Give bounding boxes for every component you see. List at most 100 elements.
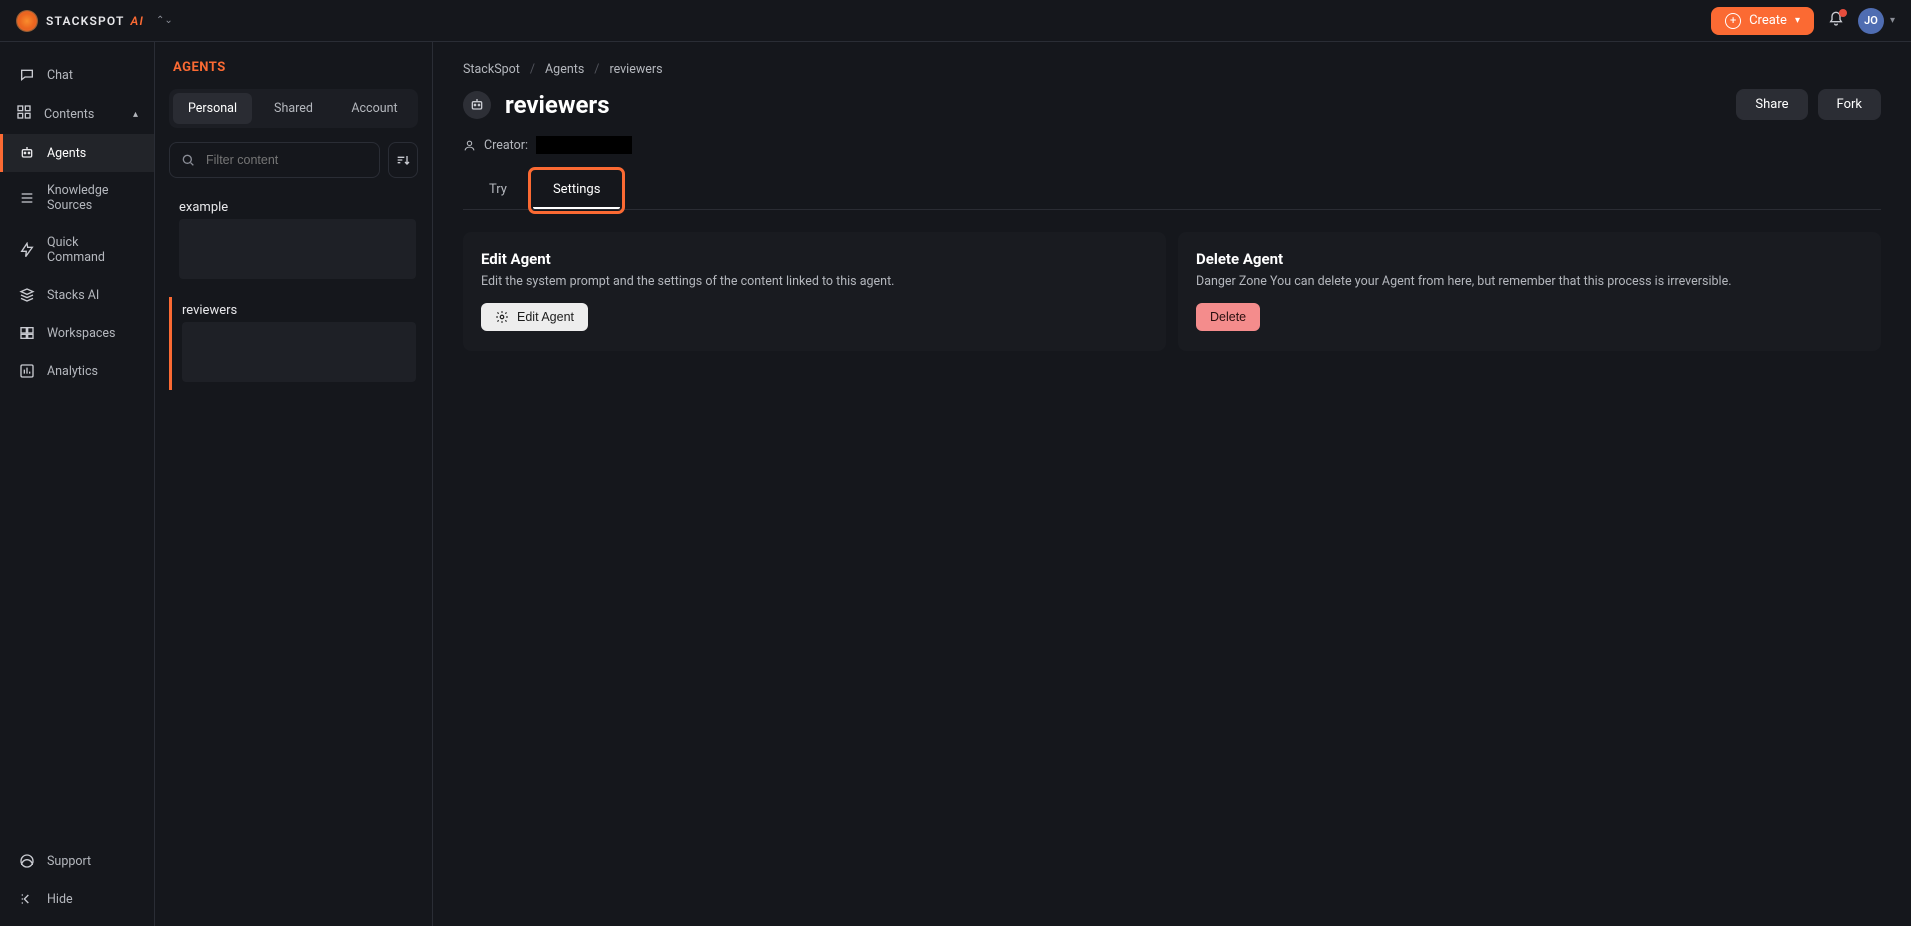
card-delete-desc: Danger Zone You can delete your Agent fr…: [1196, 274, 1863, 289]
title-row: reviewers Share Fork: [463, 89, 1881, 120]
tab-settings[interactable]: Settings: [533, 172, 620, 209]
nav-stacks-ai[interactable]: Stacks AI: [0, 276, 154, 314]
knowledge-icon: [19, 190, 35, 206]
scope-tab-personal[interactable]: Personal: [173, 93, 252, 124]
agent-robot-icon: [463, 91, 491, 119]
nav-analytics[interactable]: Analytics: [0, 352, 154, 390]
scope-tab-account[interactable]: Account: [335, 93, 414, 124]
chat-icon: [19, 67, 35, 83]
breadcrumb-agents[interactable]: Agents: [545, 62, 584, 77]
card-delete-title: Delete Agent: [1196, 250, 1863, 268]
creator-value-redacted: [536, 136, 632, 154]
logo-text: STACKSPOT AI: [46, 14, 144, 28]
logo-icon: [16, 10, 38, 32]
chevron-up-icon: ▴: [133, 109, 138, 120]
nav-agents[interactable]: Agents: [0, 134, 154, 172]
plus-circle-icon: +: [1725, 13, 1741, 29]
filter-row: [169, 142, 418, 178]
user-icon: [463, 139, 476, 152]
card-edit-desc: Edit the system prompt and the settings …: [481, 274, 1148, 289]
content-tabs: Try Settings: [463, 172, 1881, 210]
avatar: JO: [1858, 8, 1884, 34]
chevron-down-icon: ▾: [1890, 15, 1895, 26]
top-header: STACKSPOT AI ⌃⌄ + Create ▾ JO ▾: [0, 0, 1911, 42]
fork-button[interactable]: Fork: [1818, 89, 1881, 120]
delete-agent-button-label: Delete: [1210, 310, 1246, 324]
delete-agent-button[interactable]: Delete: [1196, 303, 1260, 331]
create-button[interactable]: + Create ▾: [1711, 7, 1814, 35]
header-actions: + Create ▾ JO ▾: [1711, 7, 1895, 35]
left-nav: Chat Contents ▴ Agents Knowledge Sources: [0, 42, 155, 926]
breadcrumb-sep: /: [530, 62, 535, 77]
nav-knowledge-sources[interactable]: Knowledge Sources: [0, 172, 154, 224]
page-title: reviewers: [505, 91, 610, 119]
nav-hide[interactable]: Hide: [0, 880, 154, 918]
creator-row: Creator:: [463, 136, 1881, 154]
share-button[interactable]: Share: [1736, 89, 1807, 120]
card-delete-agent: Delete Agent Danger Zone You can delete …: [1178, 232, 1881, 351]
nav-hide-label: Hide: [47, 892, 73, 907]
filter-input-wrapper[interactable]: [169, 142, 380, 178]
notifications-button[interactable]: [1828, 11, 1844, 31]
edit-agent-button-label: Edit Agent: [517, 310, 574, 324]
card-edit-title: Edit Agent: [481, 250, 1148, 268]
logo-text-main: STACKSPOT: [46, 14, 124, 28]
main-content: StackSpot / Agents / reviewers reviewers…: [433, 42, 1911, 926]
card-edit-agent: Edit Agent Edit the system prompt and th…: [463, 232, 1166, 351]
logo-selector-icon[interactable]: ⌃⌄: [156, 15, 173, 26]
notification-dot-icon: [1839, 9, 1847, 17]
nav-contents-section[interactable]: Contents ▴: [0, 94, 154, 134]
sort-icon: [395, 152, 411, 168]
logo-block[interactable]: STACKSPOT AI ⌃⌄: [16, 10, 173, 32]
nav-support[interactable]: Support: [0, 842, 154, 880]
agent-list-item-selected[interactable]: reviewers: [169, 297, 418, 390]
agent-item-label: example: [179, 200, 416, 215]
scope-tabs: Personal Shared Account: [169, 89, 418, 128]
body: Chat Contents ▴ Agents Knowledge Sources: [0, 42, 1911, 926]
breadcrumb-sep: /: [594, 62, 599, 77]
agents-panel-title: AGENTS: [169, 60, 418, 75]
nav-stacks-label: Stacks AI: [47, 288, 99, 303]
settings-cards: Edit Agent Edit the system prompt and th…: [463, 232, 1881, 351]
nav-workspaces-label: Workspaces: [47, 326, 116, 341]
title-actions: Share Fork: [1736, 89, 1881, 120]
stacks-icon: [19, 287, 35, 303]
logo-text-suffix: AI: [131, 14, 145, 28]
create-button-label: Create: [1749, 13, 1787, 28]
nav-chat-label: Chat: [47, 68, 73, 83]
nav-analytics-label: Analytics: [47, 364, 98, 379]
analytics-icon: [19, 363, 35, 379]
edit-agent-button[interactable]: Edit Agent: [481, 303, 588, 331]
agent-item-thumb: [179, 219, 416, 279]
agent-list: example reviewers: [169, 194, 418, 390]
agent-item-label: reviewers: [182, 303, 416, 318]
user-menu[interactable]: JO ▾: [1858, 8, 1895, 34]
nav-knowledge-label: Knowledge Sources: [47, 183, 138, 213]
chevron-down-icon: ▾: [1795, 15, 1800, 26]
agent-item-thumb: [182, 322, 416, 382]
title-left: reviewers: [463, 91, 610, 119]
scope-tab-shared[interactable]: Shared: [254, 93, 333, 124]
search-icon: [180, 152, 196, 168]
breadcrumb: StackSpot / Agents / reviewers: [463, 62, 1881, 77]
nav-quick-command[interactable]: Quick Command: [0, 224, 154, 276]
nav-chat[interactable]: Chat: [0, 56, 154, 94]
hide-icon: [19, 891, 35, 907]
breadcrumb-root[interactable]: StackSpot: [463, 62, 520, 77]
agents-panel: AGENTS Personal Shared Account example r…: [155, 42, 433, 926]
quick-command-icon: [19, 242, 35, 258]
agent-list-item[interactable]: example: [169, 194, 418, 287]
tab-try[interactable]: Try: [469, 172, 527, 209]
nav-workspaces[interactable]: Workspaces: [0, 314, 154, 352]
nav-contents-label: Contents: [44, 107, 94, 122]
filter-input[interactable]: [204, 152, 369, 168]
nav-agents-label: Agents: [47, 146, 86, 161]
agents-icon: [19, 145, 35, 161]
support-icon: [19, 853, 35, 869]
sort-button[interactable]: [388, 142, 418, 178]
nav-support-label: Support: [47, 854, 91, 869]
contents-icon: [16, 104, 32, 124]
workspaces-icon: [19, 325, 35, 341]
breadcrumb-current: reviewers: [609, 62, 662, 77]
gear-icon: [495, 310, 509, 324]
